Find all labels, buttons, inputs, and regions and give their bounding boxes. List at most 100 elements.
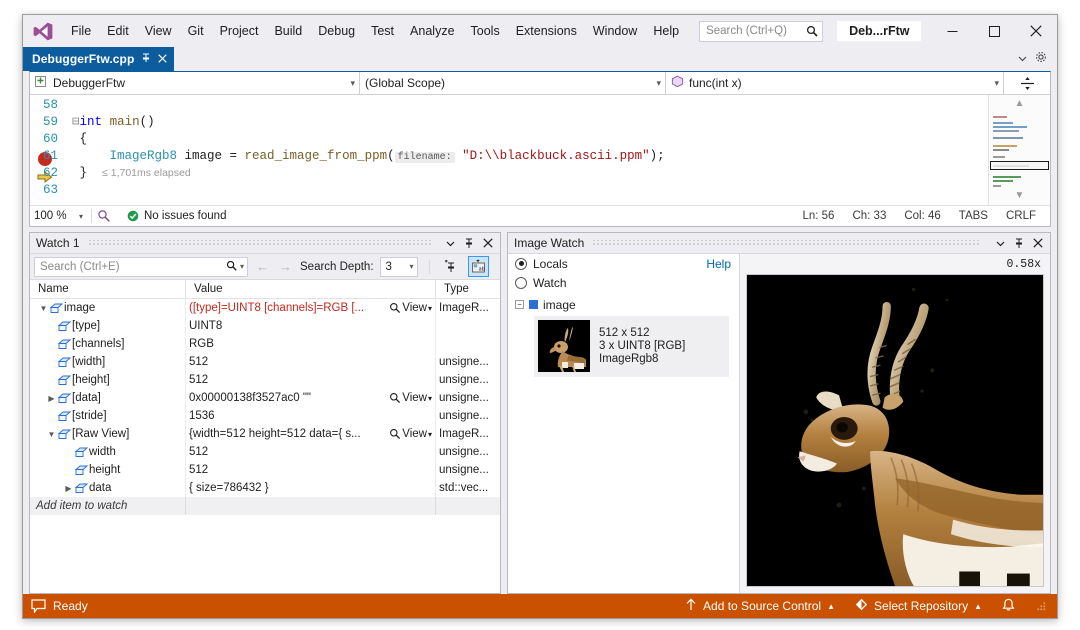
drag-grip[interactable] bbox=[592, 240, 981, 247]
notifications-button[interactable] bbox=[1002, 598, 1015, 615]
radio-locals[interactable] bbox=[515, 258, 527, 270]
expander-collapsed-icon[interactable]: ▶ bbox=[63, 484, 74, 493]
table-row[interactable]: [width] 512 unsigne... bbox=[30, 353, 500, 371]
member-dropdown[interactable]: func(int x) ▾ bbox=[666, 72, 1004, 94]
menu-item-debug[interactable]: Debug bbox=[310, 20, 363, 42]
split-window-button[interactable] bbox=[1004, 72, 1050, 94]
menu-item-project[interactable]: Project bbox=[212, 20, 267, 42]
table-row[interactable]: [type] UINT8 bbox=[30, 317, 500, 335]
radio-watch[interactable] bbox=[515, 277, 527, 289]
close-icon[interactable] bbox=[1030, 235, 1046, 251]
image-canvas-stage[interactable] bbox=[740, 274, 1050, 593]
feedback-icon[interactable] bbox=[31, 599, 46, 613]
help-link[interactable]: Help bbox=[706, 257, 731, 271]
perf-tip-elapsed[interactable]: ≤ 1,701ms elapsed bbox=[102, 167, 191, 179]
show-raw-structure-icon[interactable]: ab bbox=[468, 256, 489, 277]
image-canvas[interactable] bbox=[746, 274, 1044, 587]
menu-item-test[interactable]: Test bbox=[363, 20, 402, 42]
chevron-down-icon[interactable]: ▾ bbox=[410, 262, 414, 271]
watch-grid[interactable]: Name Value Type ▼ image ([type]=UINT8 [c… bbox=[30, 280, 500, 593]
menu-item-edit[interactable]: Edit bbox=[99, 20, 137, 42]
table-row[interactable]: ▼ [Raw View] {width=512 height=512 data=… bbox=[30, 425, 500, 443]
menu-item-file[interactable]: File bbox=[63, 20, 99, 42]
chevron-down-icon[interactable]: ▾ bbox=[237, 262, 244, 271]
table-row[interactable]: height 512 unsigne... bbox=[30, 461, 500, 479]
chevron-up-icon[interactable]: ▲ bbox=[827, 602, 835, 611]
table-row[interactable]: ▶ data { size=786432 } std::vec... bbox=[30, 479, 500, 497]
search-next-button[interactable]: → bbox=[277, 258, 294, 275]
chevron-down-icon[interactable]: ▾ bbox=[650, 78, 661, 89]
tab-debuggerftw-cpp[interactable]: DebuggerFtw.cpp bbox=[23, 47, 174, 71]
project-dropdown[interactable]: DebuggerFtw ▾ bbox=[30, 72, 360, 94]
menu-item-build[interactable]: Build bbox=[266, 20, 310, 42]
chevron-down-icon[interactable]: ▾ bbox=[988, 78, 999, 89]
table-row[interactable]: [height] 512 unsigne... bbox=[30, 371, 500, 389]
expander-collapsed-icon[interactable]: ▶ bbox=[46, 394, 57, 403]
column-header-type[interactable]: Type bbox=[436, 280, 500, 298]
chevron-down-icon[interactable]: ▾ bbox=[344, 78, 355, 89]
scope-dropdown[interactable]: (Global Scope) ▾ bbox=[360, 72, 666, 94]
value-visualizer-button[interactable]: View ▾ bbox=[389, 302, 435, 314]
maximize-button[interactable] bbox=[973, 16, 1015, 46]
menu-item-extensions[interactable]: Extensions bbox=[508, 20, 585, 42]
menu-item-view[interactable]: View bbox=[137, 20, 180, 42]
chevron-down-icon[interactable]: ▾ bbox=[428, 430, 432, 439]
expander-expanded-icon[interactable]: ▼ bbox=[46, 430, 57, 439]
drag-grip[interactable] bbox=[88, 240, 431, 247]
scroll-up-icon[interactable]: ▲ bbox=[1015, 98, 1025, 109]
fold-toggle-icon[interactable]: ⊟ bbox=[72, 115, 80, 129]
resize-grip[interactable] bbox=[1035, 600, 1047, 612]
add-watch-row[interactable]: Add item to watch bbox=[30, 497, 500, 515]
indentation-indicator[interactable]: TABS bbox=[959, 210, 988, 222]
chevron-down-icon[interactable] bbox=[992, 235, 1008, 251]
pin-value-icon[interactable] bbox=[441, 256, 462, 277]
value-visualizer-button[interactable]: View ▾ bbox=[389, 428, 435, 440]
image-watch-tree[interactable]: − image bbox=[508, 292, 739, 593]
radio-row-locals[interactable]: Locals Help bbox=[508, 254, 739, 273]
select-repository-button[interactable]: Select Repository ▲ bbox=[855, 598, 982, 614]
search-previous-button[interactable]: ← bbox=[254, 258, 271, 275]
column-header-name[interactable]: Name bbox=[30, 280, 186, 298]
chevron-down-icon[interactable] bbox=[1018, 50, 1027, 68]
minimize-button[interactable] bbox=[931, 16, 973, 46]
table-row[interactable]: ▶ [data] 0x00000138f3527ac0 "" View ▾ bbox=[30, 389, 500, 407]
close-icon[interactable] bbox=[480, 235, 496, 251]
chevron-up-icon[interactable]: ▲ bbox=[974, 602, 982, 611]
menu-item-git[interactable]: Git bbox=[180, 20, 212, 42]
add-to-source-control-button[interactable]: Add to Source Control ▲ bbox=[685, 598, 835, 614]
code-minimap[interactable]: ▲ ▼ bbox=[988, 95, 1050, 205]
pin-icon[interactable] bbox=[141, 52, 151, 66]
radio-row-watch[interactable]: Watch bbox=[508, 273, 739, 292]
table-row[interactable]: [channels] RGB bbox=[30, 335, 500, 353]
pin-icon[interactable] bbox=[461, 235, 477, 251]
line-ending-indicator[interactable]: CRLF bbox=[1006, 210, 1036, 222]
image-thumbnail[interactable] bbox=[538, 320, 590, 372]
minimap-viewport[interactable] bbox=[990, 161, 1049, 170]
scroll-down-icon[interactable]: ▼ bbox=[1015, 190, 1025, 201]
search-depth-dropdown[interactable]: 3 ▾ bbox=[380, 257, 418, 277]
menu-item-tools[interactable]: Tools bbox=[463, 20, 508, 42]
table-row[interactable]: [stride] 1536 unsigne... bbox=[30, 407, 500, 425]
collapse-toggle-icon[interactable]: − bbox=[515, 300, 524, 309]
pin-icon[interactable] bbox=[1011, 235, 1027, 251]
chevron-down-icon[interactable]: ▾ bbox=[79, 212, 83, 221]
watch-search-input[interactable]: Search (Ctrl+E) ▾ bbox=[34, 257, 248, 277]
close-button[interactable] bbox=[1015, 16, 1057, 46]
menu-item-help[interactable]: Help bbox=[645, 20, 687, 42]
expander-expanded-icon[interactable]: ▼ bbox=[38, 304, 49, 313]
quick-launch-search[interactable]: Search (Ctrl+Q) bbox=[699, 21, 823, 42]
menu-item-window[interactable]: Window bbox=[585, 20, 645, 42]
tree-node-image[interactable]: − image bbox=[508, 296, 739, 313]
value-visualizer-button[interactable]: View ▾ bbox=[389, 392, 435, 404]
image-thumbnail-entry[interactable]: 512 x 512 3 x UINT8 [RGB] ImageRgb8 bbox=[534, 316, 729, 377]
gear-icon[interactable] bbox=[1035, 50, 1047, 68]
chevron-down-icon[interactable]: ▾ bbox=[428, 394, 432, 403]
column-header-value[interactable]: Value bbox=[186, 280, 436, 298]
code-analysis-icon[interactable] bbox=[97, 209, 111, 223]
editor-zoom-dropdown[interactable]: 100 % ▾ bbox=[34, 210, 86, 222]
tab-close-icon[interactable] bbox=[158, 52, 167, 66]
code-surface[interactable]: 58 59 ⊟int main() 60 { 61 ImageRgb8 imag… bbox=[30, 95, 1050, 205]
menu-item-analyze[interactable]: Analyze bbox=[402, 20, 462, 42]
chevron-down-icon[interactable]: ▾ bbox=[428, 304, 432, 313]
chevron-down-icon[interactable] bbox=[442, 235, 458, 251]
